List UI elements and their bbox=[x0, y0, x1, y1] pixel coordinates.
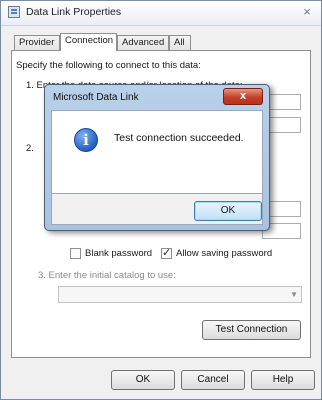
close-icon[interactable]: × bbox=[299, 4, 315, 20]
blank-password-label: Blank password bbox=[85, 248, 153, 259]
message-ok-button[interactable]: OK bbox=[194, 201, 262, 221]
chevron-down-icon: ▼ bbox=[290, 290, 298, 299]
message-box: Microsoft Data Link x i Test connection … bbox=[44, 84, 270, 231]
title-bar: Data Link Properties × bbox=[1, 1, 321, 26]
step2-label: 2. bbox=[26, 143, 34, 154]
step3-label: 3. Enter the initial catalog to use: bbox=[38, 270, 176, 281]
message-text: Test connection succeeded. bbox=[114, 132, 244, 144]
allow-saving-password-label: Allow saving password bbox=[176, 248, 273, 259]
tab-provider[interactable]: Provider bbox=[14, 35, 60, 50]
tab-connection[interactable]: Connection bbox=[60, 33, 117, 51]
allow-saving-password-checkbox[interactable] bbox=[161, 246, 172, 259]
window-title: Data Link Properties bbox=[26, 6, 122, 18]
test-connection-button[interactable]: Test Connection bbox=[202, 320, 301, 340]
ok-button[interactable]: OK bbox=[111, 370, 175, 390]
message-box-body: i Test connection succeeded. bbox=[51, 110, 263, 194]
cancel-button[interactable]: Cancel bbox=[181, 370, 245, 390]
help-button[interactable]: Help bbox=[251, 370, 315, 390]
message-box-footer: OK bbox=[51, 194, 263, 225]
message-box-title: Microsoft Data Link bbox=[53, 92, 139, 103]
app-icon bbox=[8, 6, 20, 18]
message-box-close-button[interactable]: x bbox=[223, 88, 263, 105]
tab-all[interactable]: All bbox=[169, 35, 191, 50]
instructions-label: Specify the following to connect to this… bbox=[16, 60, 201, 71]
blank-password-checkbox[interactable] bbox=[70, 248, 81, 259]
tab-advanced[interactable]: Advanced bbox=[117, 35, 169, 50]
info-icon: i bbox=[74, 128, 98, 152]
initial-catalog-select[interactable]: ▼ bbox=[58, 286, 302, 303]
